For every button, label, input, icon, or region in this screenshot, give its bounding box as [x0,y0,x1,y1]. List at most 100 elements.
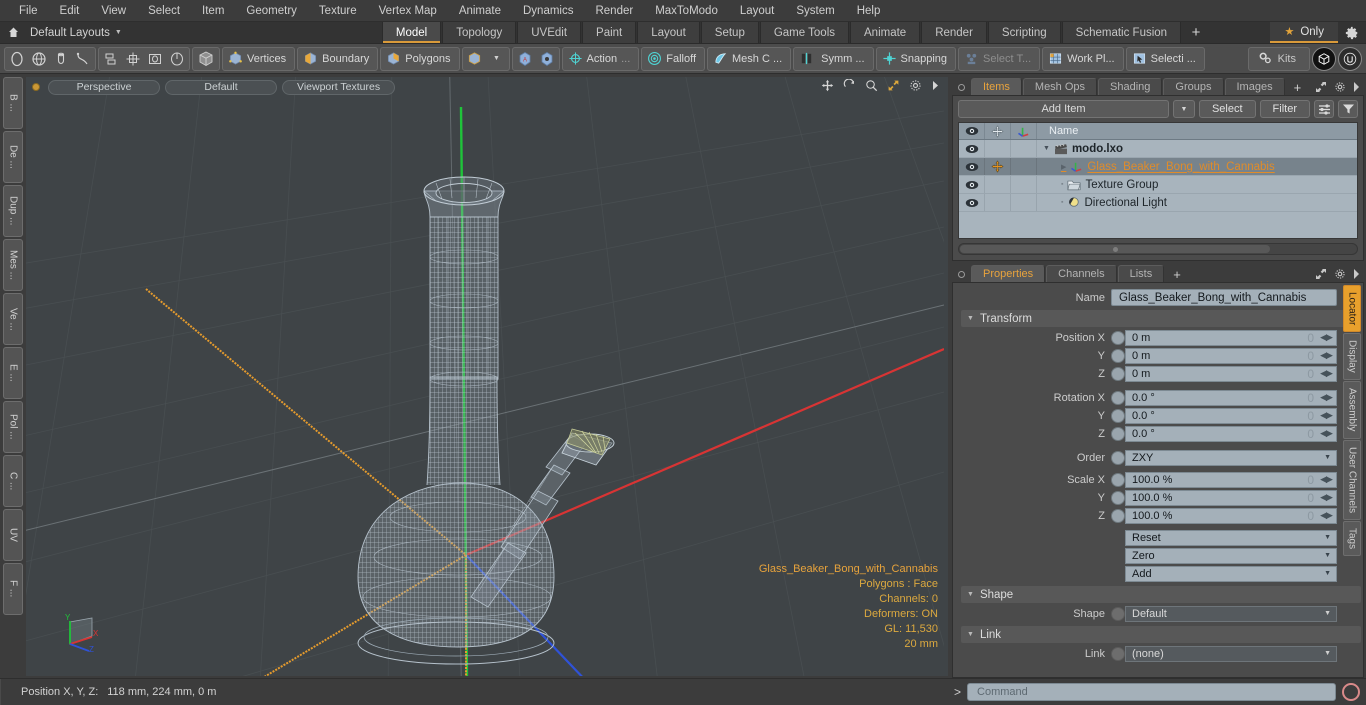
viewport-textures-selector[interactable]: Viewport Textures [282,79,396,95]
scale-y-stepper[interactable]: ◀▶ [1318,491,1334,505]
rotation-y-channel-dot[interactable] [1111,408,1125,423]
side-tab-tags[interactable]: Tags [1343,520,1361,556]
tab-paint[interactable]: Paint [582,22,637,43]
ellipse-icon[interactable] [6,48,28,70]
scale-z-channel-dot[interactable] [1111,508,1125,523]
section-transform[interactable]: ▼ Transform [961,310,1361,327]
vertices-button[interactable]: Vertices [222,46,296,71]
circle-icon[interactable] [166,48,188,70]
boundary-button[interactable]: Boundary [297,46,379,71]
work-plane-group[interactable]: Work Pl... [1042,46,1124,71]
add-dropdown[interactable]: Add [1125,565,1337,582]
tab-render[interactable]: Render [921,22,987,43]
square-icon[interactable] [144,48,166,70]
unreal-icon[interactable] [1338,46,1362,71]
scale-x-stepper[interactable]: ◀▶ [1318,473,1334,487]
scale-z-stepper[interactable]: ◀▶ [1318,509,1334,523]
position-y-field[interactable]: 0 m 0 ◀▶ [1125,347,1337,364]
items-tree-horizontal-scrollbar[interactable] [958,243,1358,255]
left-tab-deform[interactable]: De ... [3,131,23,183]
menu-item-geometry[interactable]: Geometry [235,0,308,22]
triangle-down-icon[interactable]: ▼ [967,591,974,598]
side-tab-assembly[interactable]: Assembly [1343,381,1361,439]
vmap-a-icon[interactable]: A [514,48,536,70]
row-move-cell[interactable] [985,140,1011,157]
reset-dropdown[interactable]: Reset [1125,529,1337,546]
tab-items[interactable]: Items [971,78,1022,95]
scale-x-field[interactable]: 100.0 % 0 ◀▶ [1125,471,1337,488]
table-row[interactable]: ▪ Directional Light [959,194,1357,212]
symmetry-group[interactable]: Symm ... [793,46,874,71]
left-tab-uv[interactable]: UV [3,509,23,561]
chevron-right-icon[interactable] [1353,269,1360,279]
table-row[interactable]: ▼ modo.lxo [959,140,1357,158]
default-layouts-selector[interactable]: Default Layouts ▼ [26,22,132,43]
snapping-icon[interactable]: Snapping [878,48,955,70]
triangle-right-icon[interactable]: ▶ [1061,163,1066,171]
rotation-x-stepper[interactable]: ◀▶ [1318,391,1334,405]
rotation-y-field[interactable]: 0.0 ° 0 ◀▶ [1125,407,1337,424]
row-axis-cell[interactable] [1011,158,1037,175]
filter-funnel-icon[interactable] [1338,100,1358,118]
row-axis-cell[interactable] [1011,194,1037,211]
menu-item-help[interactable]: Help [846,0,892,22]
rotation-y-stepper[interactable]: ◀▶ [1318,409,1334,423]
action-center-icon[interactable]: Action ... [564,48,638,70]
position-y-channel-dot[interactable] [1111,348,1125,363]
center-icon[interactable] [122,48,144,70]
zoom-icon[interactable] [865,79,878,92]
section-shape[interactable]: ▼ Shape [961,586,1361,603]
position-z-stepper[interactable]: ◀▶ [1318,367,1334,381]
kits-button[interactable]: Kits [1250,51,1308,66]
select-through-icon[interactable]: Select T... [960,48,1038,70]
falloff-group[interactable]: Falloff [641,46,706,71]
axis-gizmo[interactable]: Y X Z [62,612,102,654]
tab-lists[interactable]: Lists [1117,265,1165,282]
tab-groups[interactable]: Groups [1163,78,1224,95]
select-button[interactable]: Select [1198,100,1256,118]
link-channel-dot[interactable] [1111,646,1125,661]
capsule-icon[interactable] [50,48,72,70]
items-tree-empty-area[interactable] [959,212,1357,238]
tab-images[interactable]: Images [1224,78,1285,95]
tab-mesh-ops[interactable]: Mesh Ops [1022,78,1098,95]
boundary-mode[interactable]: Boundary [299,48,376,70]
cube-small-icon[interactable] [464,48,486,70]
symmetry-icon[interactable] [795,48,817,70]
sphere-icon[interactable] [28,48,50,70]
3d-viewport[interactable]: Perspective Default Viewport Textures Gl… [26,77,948,676]
row-move-cell[interactable] [985,176,1011,193]
work-plane-icon[interactable]: Work Pl... [1044,48,1121,70]
position-x-stepper[interactable]: ◀▶ [1318,331,1334,345]
tab-channels[interactable]: Channels [1046,265,1117,282]
menu-item-system[interactable]: System [785,0,845,22]
left-tab-vertex[interactable]: Ve ... [3,293,23,345]
polygons-mode[interactable]: Polygons [382,48,457,70]
move-icon[interactable] [821,79,834,92]
polygons-button[interactable]: Polygons [380,46,460,71]
add-properties-tab-button[interactable]: + [1165,267,1189,282]
scale-y-channel-dot[interactable] [1111,490,1125,505]
position-z-field[interactable]: 0 m 0 ◀▶ [1125,365,1337,382]
menu-item-texture[interactable]: Texture [308,0,368,22]
triangle-down-icon[interactable]: ▼ [1043,145,1050,152]
modo-cube-icon[interactable] [1312,46,1336,71]
menu-item-item[interactable]: Item [191,0,235,22]
gear-icon[interactable] [1334,268,1346,280]
tab-shading[interactable]: Shading [1098,78,1163,95]
position-x-field[interactable]: 0 m 0 ◀▶ [1125,329,1337,346]
tree-item-mesh[interactable]: ▶ Glass_Beaker_Bong_with_Cannabis [1037,160,1357,173]
curve-icon[interactable] [72,48,94,70]
scale-y-field[interactable]: 100.0 % 0 ◀▶ [1125,489,1337,506]
rotation-z-field[interactable]: 0.0 ° 0 ◀▶ [1125,425,1337,442]
order-dropdown[interactable]: ZXY [1125,449,1337,466]
menu-item-layout[interactable]: Layout [729,0,786,22]
mesh-constraint-group[interactable]: Mesh C ... [707,46,792,71]
tab-model[interactable]: Model [381,22,442,43]
rotation-z-channel-dot[interactable] [1111,426,1125,441]
gear-icon[interactable] [1334,81,1346,93]
order-channel-dot[interactable] [1111,450,1125,465]
row-visibility-toggle[interactable] [959,176,985,193]
menu-item-edit[interactable]: Edit [49,0,91,22]
align-icon[interactable] [100,48,122,70]
